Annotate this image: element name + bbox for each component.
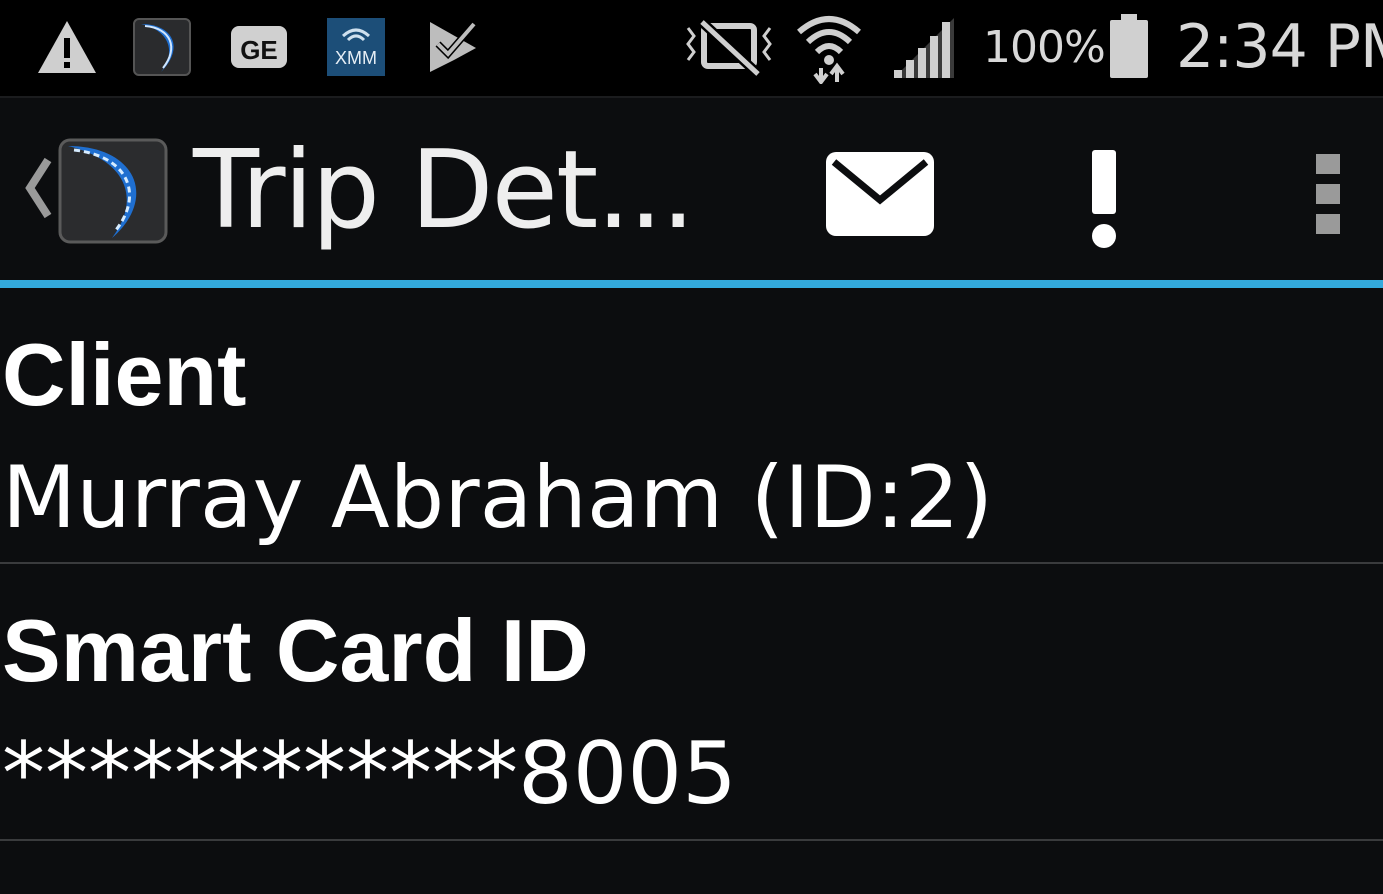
client-value: Murray Abraham (ID:2) <box>2 448 994 548</box>
app-logo-icon <box>133 18 191 76</box>
alert-button[interactable] <box>1086 150 1122 254</box>
action-bar-accent-line <box>0 280 1383 288</box>
smart-card-label: Smart Card ID <box>2 601 589 700</box>
smart-card-value: ************8005 <box>2 724 737 824</box>
overflow-menu-button[interactable] <box>1314 152 1342 240</box>
battery-icon <box>1108 14 1150 80</box>
ge-icon: GE <box>230 18 288 76</box>
vibrate-mute-icon <box>682 18 776 76</box>
page-title: Trip Det... <box>193 128 695 253</box>
client-label: Client <box>2 325 247 424</box>
overflow-menu-icon <box>1316 154 1340 234</box>
alert-icon <box>1092 150 1116 248</box>
app-logo-icon <box>58 138 168 244</box>
divider <box>0 839 1383 841</box>
trip-details-list: Client Murray Abraham (ID:2) Smart Card … <box>0 288 1383 894</box>
wifi-icon <box>795 10 863 84</box>
email-button[interactable] <box>824 150 936 244</box>
svg-text:GE: GE <box>240 35 278 65</box>
svg-text:XMM: XMM <box>335 48 377 68</box>
detail-item-smart-card: Smart Card ID ************8005 <box>0 564 1383 840</box>
task-check-icon <box>424 18 482 76</box>
clock: 2:34 PM <box>1176 12 1383 82</box>
email-icon <box>826 152 934 236</box>
status-bar: GE XMM 100% 2:34 P <box>0 0 1383 96</box>
detail-item-client: Client Murray Abraham (ID:2) <box>0 288 1383 564</box>
warning-icon <box>36 18 98 76</box>
up-navigation-button[interactable] <box>8 128 178 253</box>
signal-icon <box>890 16 958 80</box>
action-bar: Trip Det... <box>0 96 1383 281</box>
xmm-icon: XMM <box>327 18 385 76</box>
back-chevron-icon <box>25 157 52 219</box>
battery-percent: 100% <box>983 22 1106 73</box>
